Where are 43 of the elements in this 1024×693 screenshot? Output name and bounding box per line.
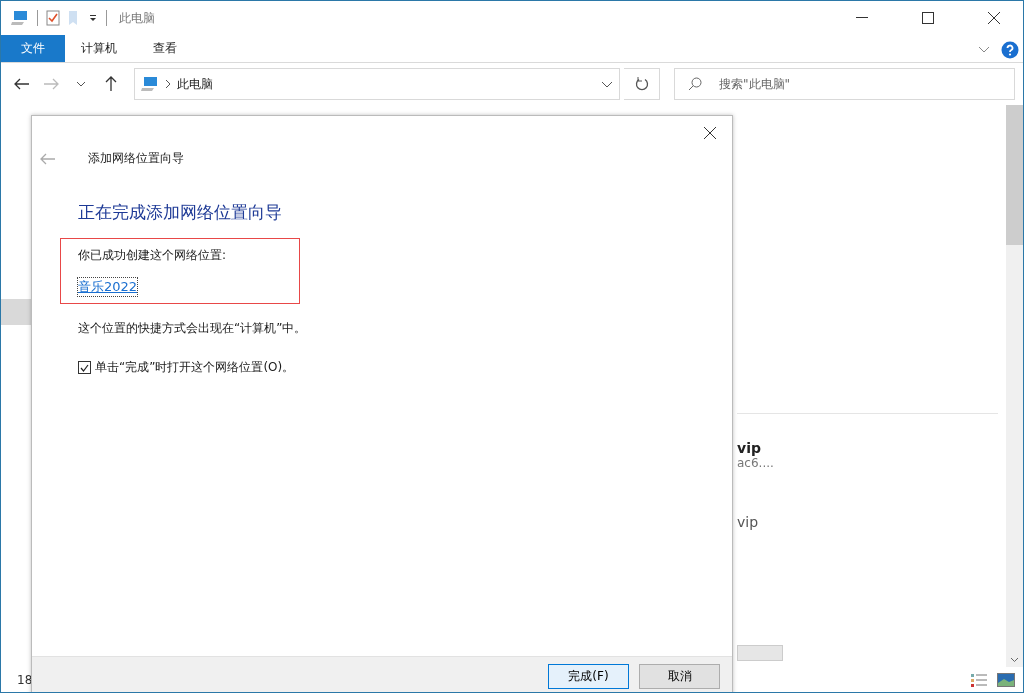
thumbnails-view-icon[interactable] xyxy=(997,672,1015,687)
drive-name: vip xyxy=(737,440,762,456)
close-icon xyxy=(988,12,1000,24)
chevron-down-icon xyxy=(978,46,990,54)
search-field[interactable]: 搜索"此电脑" xyxy=(674,68,1016,100)
dropdown-icon[interactable] xyxy=(88,13,98,23)
address-field[interactable]: 此电脑 xyxy=(133,68,621,100)
location-link[interactable]: 音乐2022 xyxy=(78,278,138,296)
back-arrow-icon[interactable] xyxy=(40,152,56,165)
up-arrow-icon xyxy=(104,76,117,92)
chevron-icon xyxy=(164,79,171,89)
drive-name: vip xyxy=(737,514,760,530)
dialog-title: 添加网络位置向导 xyxy=(88,150,184,167)
refresh-icon xyxy=(634,77,649,91)
details-view-icon[interactable] xyxy=(971,672,987,687)
shortcut-note: 这个位置的快捷方式会出现在“计算机”中。 xyxy=(78,320,307,337)
address-path: 此电脑 xyxy=(176,75,214,93)
window-title: 此电脑 xyxy=(119,9,155,27)
computer-icon xyxy=(140,76,159,92)
vertical-scrollbar[interactable] xyxy=(1006,105,1023,667)
help-icon xyxy=(1001,41,1019,59)
refresh-button[interactable] xyxy=(624,68,661,100)
cancel-button[interactable]: 取消 xyxy=(639,663,720,689)
maximize-icon xyxy=(922,12,934,24)
success-message: 你已成功创建这个网络位置: xyxy=(78,247,227,264)
scrollbar-thumb[interactable] xyxy=(737,645,783,661)
drive-detail: ac6.... xyxy=(737,456,775,470)
checkmark-icon xyxy=(80,363,89,372)
open-location-checkbox[interactable]: 单击“完成”时打开这个网络位置(O)。 xyxy=(78,359,295,376)
search-icon xyxy=(688,77,703,91)
ribbon-tab[interactable]: 计算机 xyxy=(65,35,133,62)
close-icon xyxy=(704,127,716,139)
ribbon-tab[interactable]: 文件 xyxy=(1,35,65,62)
item-count: 18 xyxy=(17,672,33,687)
chevron-down-icon xyxy=(76,81,87,87)
properties-icon[interactable] xyxy=(46,10,60,26)
finish-button[interactable]: 完成(F) xyxy=(548,663,629,689)
minimize-icon xyxy=(856,17,868,19)
forward-arrow-icon xyxy=(43,78,60,90)
computer-icon xyxy=(11,10,29,26)
back-arrow-icon xyxy=(13,78,30,90)
wizard-heading: 正在完成添加网络位置向导 xyxy=(78,201,282,224)
ribbon-tab[interactable]: 查看 xyxy=(133,35,197,62)
